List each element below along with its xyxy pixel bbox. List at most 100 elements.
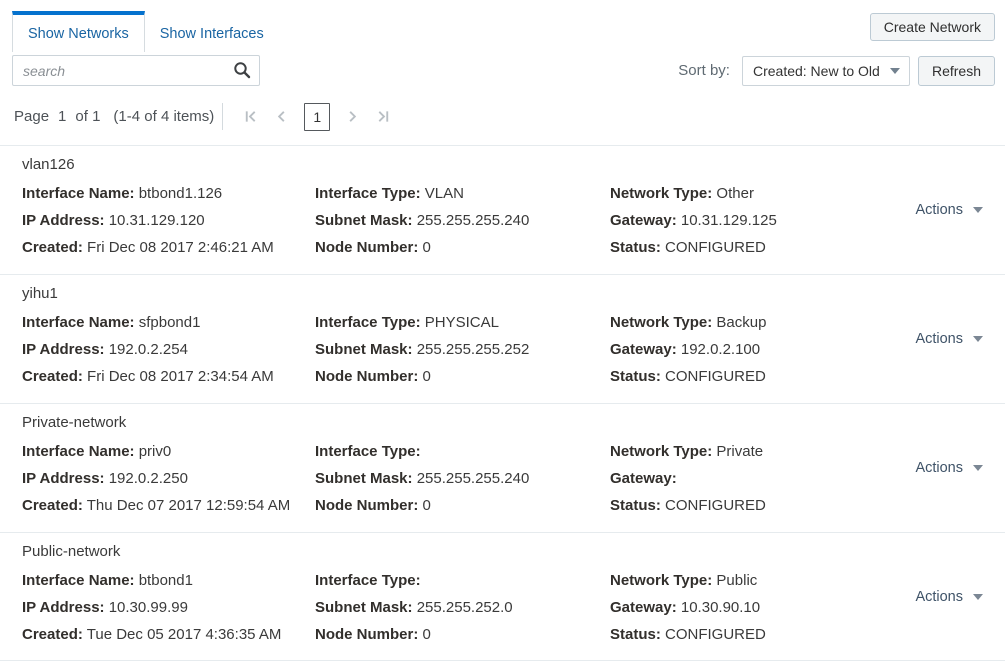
field-value: Backup	[716, 314, 766, 331]
next-page-icon[interactable]	[337, 109, 368, 124]
create-network-button[interactable]: Create Network	[870, 13, 995, 41]
field-value: 255.255.255.240	[417, 212, 530, 229]
network-list: vlan126 Interface Name: btbond1.126 IP A…	[0, 145, 1005, 661]
sort-selected-value: Created: New to Old	[753, 63, 880, 79]
network-row: yihu1 Interface Name: sfpbond1 IP Addres…	[0, 274, 1005, 403]
field-value: 0	[423, 497, 431, 514]
field-label: Interface Type:	[315, 443, 421, 460]
created-field: Created: Fri Dec 08 2017 2:46:21 AM	[22, 234, 315, 261]
field-value: Public	[716, 572, 757, 589]
field-label: Subnet Mask:	[315, 599, 413, 616]
network-details: Interface Name: btbond1 IP Address: 10.3…	[22, 567, 1005, 648]
field-value: 10.30.90.10	[681, 599, 760, 616]
subnet-mask-field: Subnet Mask: 255.255.255.240	[315, 465, 610, 492]
previous-page-icon[interactable]	[266, 109, 297, 124]
pagination-bar: Page 1 of 1 (1-4 of 4 items) 1	[0, 102, 1005, 131]
field-value: 0	[423, 239, 431, 256]
field-value: Fri Dec 08 2017 2:34:54 AM	[87, 368, 274, 385]
network-col-1: Interface Name: btbond1 IP Address: 10.3…	[22, 567, 315, 648]
interface-type-field: Interface Type: PHYSICAL	[315, 309, 610, 336]
field-label: Subnet Mask:	[315, 341, 413, 358]
actions-label: Actions	[915, 589, 963, 605]
field-label: Created:	[22, 239, 83, 256]
actions-menu-button[interactable]: Actions	[915, 202, 983, 218]
field-label: Gateway:	[610, 341, 677, 358]
field-value: 192.0.2.100	[681, 341, 760, 358]
field-value: 0	[423, 368, 431, 385]
field-value: 10.31.129.125	[681, 212, 777, 229]
field-value: CONFIGURED	[665, 239, 766, 256]
actions-label: Actions	[915, 202, 963, 218]
sort-area: Sort by: Created: New to Old Refresh	[678, 56, 995, 86]
current-page-button[interactable]: 1	[304, 103, 330, 131]
node-number-field: Node Number: 0	[315, 621, 610, 648]
field-label: Interface Name:	[22, 185, 135, 202]
controls-row: Sort by: Created: New to Old Refresh	[0, 55, 1005, 86]
field-value: 192.0.2.250	[109, 470, 188, 487]
node-number-field: Node Number: 0	[315, 363, 610, 390]
pagination-nav: 1	[235, 103, 399, 131]
field-value: sfpbond1	[139, 314, 201, 331]
actions-label: Actions	[915, 331, 963, 347]
field-label: Interface Name:	[22, 314, 135, 331]
field-label: Node Number:	[315, 368, 418, 385]
field-value: VLAN	[425, 185, 464, 202]
network-name: yihu1	[22, 284, 1005, 304]
field-label: Created:	[22, 368, 83, 385]
status-field: Status: CONFIGURED	[610, 492, 1005, 519]
field-label: Network Type:	[610, 185, 712, 202]
refresh-button[interactable]: Refresh	[918, 56, 995, 86]
node-number-field: Node Number: 0	[315, 492, 610, 519]
field-label: Status:	[610, 626, 661, 643]
tab-show-networks[interactable]: Show Networks	[12, 11, 145, 52]
network-col-2: Interface Type: Subnet Mask: 255.255.252…	[315, 567, 610, 648]
interface-name-field: Interface Name: btbond1	[22, 567, 315, 594]
actions-caret-icon	[973, 207, 983, 213]
networks-page: Show Networks Show Interfaces Create Net…	[0, 0, 1005, 660]
status-field: Status: CONFIGURED	[610, 234, 1005, 261]
search-input[interactable]	[12, 55, 260, 86]
network-details: Interface Name: priv0 IP Address: 192.0.…	[22, 438, 1005, 519]
field-value: 10.30.99.99	[109, 599, 188, 616]
field-label: Status:	[610, 497, 661, 514]
field-label: Created:	[22, 626, 83, 643]
field-value: 255.255.255.240	[417, 470, 530, 487]
last-page-icon[interactable]	[368, 109, 399, 124]
field-value: Fri Dec 08 2017 2:46:21 AM	[87, 239, 274, 256]
created-field: Created: Fri Dec 08 2017 2:34:54 AM	[22, 363, 315, 390]
first-page-icon[interactable]	[235, 109, 266, 124]
status-field: Status: CONFIGURED	[610, 363, 1005, 390]
field-value: 0	[423, 626, 431, 643]
subnet-mask-field: Subnet Mask: 255.255.252.0	[315, 594, 610, 621]
field-label: Gateway:	[610, 599, 677, 616]
pagination-status: Page 1 of 1 (1-4 of 4 items)	[14, 108, 214, 125]
field-label: Interface Type:	[315, 185, 421, 202]
tab-show-interfaces[interactable]: Show Interfaces	[145, 11, 279, 52]
actions-menu-button[interactable]: Actions	[915, 460, 983, 476]
actions-caret-icon	[973, 594, 983, 600]
search-icon[interactable]	[233, 61, 251, 79]
field-label: IP Address:	[22, 341, 105, 358]
field-value: PHYSICAL	[425, 314, 499, 331]
field-label: Interface Name:	[22, 572, 135, 589]
network-col-2: Interface Type: Subnet Mask: 255.255.255…	[315, 438, 610, 519]
field-label: Network Type:	[610, 443, 712, 460]
actions-label: Actions	[915, 460, 963, 476]
sort-select[interactable]: Created: New to Old	[742, 56, 910, 86]
field-value: CONFIGURED	[665, 626, 766, 643]
field-value: CONFIGURED	[665, 368, 766, 385]
network-col-2: Interface Type: VLAN Subnet Mask: 255.25…	[315, 180, 610, 261]
network-row: vlan126 Interface Name: btbond1.126 IP A…	[0, 145, 1005, 274]
node-number-field: Node Number: 0	[315, 234, 610, 261]
actions-menu-button[interactable]: Actions	[915, 589, 983, 605]
field-label: Network Type:	[610, 572, 712, 589]
field-label: Node Number:	[315, 239, 418, 256]
actions-menu-button[interactable]: Actions	[915, 331, 983, 347]
interface-name-field: Interface Name: btbond1.126	[22, 180, 315, 207]
field-label: Status:	[610, 239, 661, 256]
network-col-3: Network Type: Backup Gateway: 192.0.2.10…	[610, 309, 1005, 390]
network-row: Private-network Interface Name: priv0 IP…	[0, 403, 1005, 532]
network-name: Private-network	[22, 413, 1005, 433]
interface-type-field: Interface Type:	[315, 438, 610, 465]
field-value: priv0	[139, 443, 172, 460]
